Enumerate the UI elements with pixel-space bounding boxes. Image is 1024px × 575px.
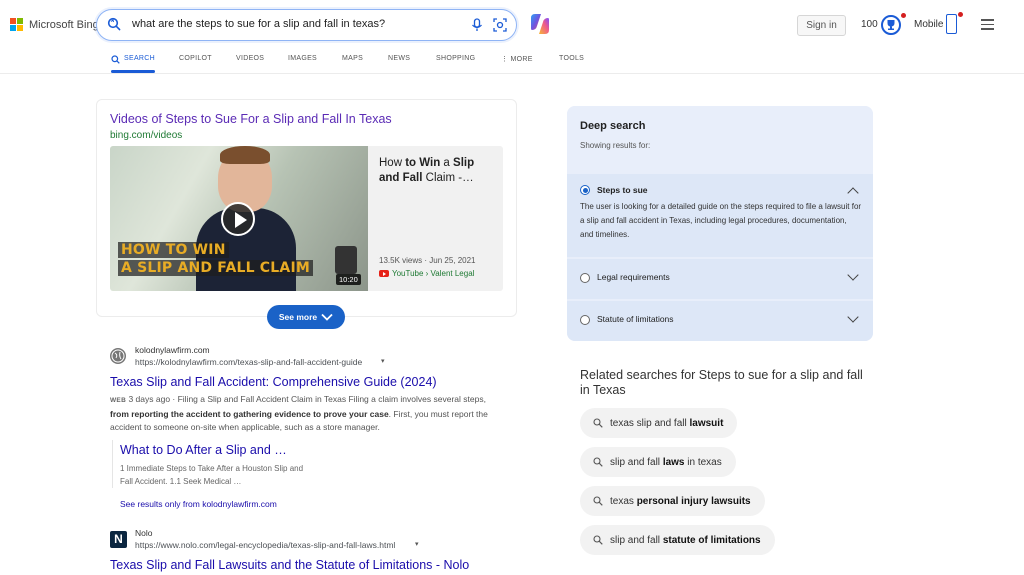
deep-search-panel: Deep search Showing results for: Steps t… <box>567 106 873 341</box>
related-search-chip[interactable]: slip and fall laws in texas <box>580 447 736 477</box>
menu-icon[interactable] <box>981 19 994 33</box>
tab-copilot[interactable]: COPILOT <box>179 55 212 62</box>
deep-option-steps-to-sue[interactable]: Steps to sue The user is looking for a d… <box>567 174 873 257</box>
related-search-text: texas slip and fall lawsuit <box>610 417 724 429</box>
tab-more[interactable]: ⋮ MORE <box>501 55 533 63</box>
result-1-url[interactable]: https://kolodnylawfirm.com/texas-slip-an… <box>135 357 362 367</box>
search-input[interactable]: what are the steps to sue for a slip and… <box>132 18 385 30</box>
video-thumbnail[interactable]: HOW TO WIN A SLIP AND FALL CLAIM 10:20 <box>110 146 368 291</box>
tab-shopping[interactable]: SHOPPING <box>436 55 475 62</box>
search-tab-icon <box>111 55 120 64</box>
search-icon <box>593 496 603 506</box>
chevron-down-icon <box>321 313 333 321</box>
brand-name: Microsoft Bing <box>29 18 99 31</box>
search-box[interactable]: what are the steps to sue for a slip and… <box>96 9 517 41</box>
mobile-notification-dot <box>958 12 963 17</box>
sublink-divider <box>112 440 113 488</box>
result-1-url-menu-icon[interactable]: ▾ <box>381 357 385 365</box>
result-1-site-name[interactable]: kolodnylawfirm.com <box>135 345 210 355</box>
result-1-snippet: WEB 3 days ago · Filing a Slip and Fall … <box>110 394 488 432</box>
chevron-down-icon[interactable] <box>847 269 859 281</box>
thumbnail-caption-line2: A SLIP AND FALL CLAIM <box>118 260 313 276</box>
radio-selected-icon[interactable] <box>580 185 590 195</box>
microphone-icon[interactable] <box>471 18 483 32</box>
chevron-up-icon[interactable] <box>847 187 859 199</box>
globe-icon <box>110 348 126 364</box>
video-info-panel[interactable]: How to Win a Slip and Fall Claim -… 13.5… <box>368 146 503 291</box>
rewards-notification-dot <box>901 13 906 18</box>
result-1-sublink-title[interactable]: What to Do After a Slip and … <box>120 443 287 457</box>
search-icon <box>593 418 603 428</box>
deep-option-statute-of-limitations[interactable]: Statute of limitations <box>567 301 873 341</box>
mobile-label[interactable]: Mobile <box>914 19 943 30</box>
thumbnail-caption-line1: HOW TO WIN <box>118 242 229 258</box>
search-icon <box>593 535 603 545</box>
header: Microsoft Bing what are the steps to sue… <box>0 0 1024 74</box>
tab-news[interactable]: NEWS <box>388 55 410 62</box>
related-search-chip[interactable]: texas slip and fall lawsuit <box>580 408 738 438</box>
rewards-trophy-icon[interactable] <box>881 15 901 35</box>
radio-icon[interactable] <box>580 315 590 325</box>
copilot-icon[interactable] <box>528 12 552 36</box>
deep-search-title: Deep search <box>580 120 646 132</box>
video-section-source: bing.com/videos <box>110 130 183 141</box>
video-section-title[interactable]: Videos of Steps to Sue For a Slip and Fa… <box>110 112 392 126</box>
video-channel: YouTube › Valent Legal <box>379 269 474 278</box>
result-2-site-name[interactable]: Nolo <box>135 528 152 538</box>
deep-search-header: Deep search Showing results for: <box>567 106 873 172</box>
chevron-down-icon[interactable] <box>847 311 859 323</box>
deep-option-legal-requirements[interactable]: Legal requirements <box>567 259 873 299</box>
visual-search-icon[interactable] <box>493 18 507 32</box>
search-tabs: SEARCH COPILOT VIDEOS IMAGES MAPS NEWS S… <box>0 52 1024 74</box>
deep-option-label: Legal requirements <box>597 272 670 282</box>
tab-search[interactable]: SEARCH <box>124 55 155 62</box>
related-search-chip[interactable]: texas personal injury lawsuits <box>580 486 765 516</box>
microsoft-logo-icon <box>10 18 23 31</box>
deep-option-label: Statute of limitations <box>597 314 674 324</box>
mobile-phone-icon[interactable] <box>946 14 957 34</box>
see-more-label: See more <box>278 312 318 322</box>
deep-option-description: The user is looking for a detailed guide… <box>580 202 862 239</box>
search-icon <box>593 457 603 467</box>
video-channel-text: YouTube › Valent Legal <box>392 269 475 278</box>
tab-videos[interactable]: VIDEOS <box>236 55 264 62</box>
radio-icon[interactable] <box>580 273 590 283</box>
result-2-url-menu-icon[interactable]: ▾ <box>415 540 419 548</box>
related-search-text: texas personal injury lawsuits <box>610 495 751 507</box>
play-icon[interactable] <box>221 202 255 236</box>
related-search-text: slip and fall laws in texas <box>610 456 722 468</box>
result-2-url[interactable]: https://www.nolo.com/legal-encyclopedia/… <box>135 540 395 550</box>
see-site-results-link[interactable]: See results only from kolodnylawfirm.com <box>120 499 277 509</box>
copilot-search-icon <box>107 17 121 31</box>
rewards-points[interactable]: 100 <box>861 19 878 30</box>
result-1-sublink-text: 1 Immediate Steps to Take After a Housto… <box>120 464 304 486</box>
video-card-title[interactable]: How to Win a Slip and Fall Claim -… <box>379 156 497 186</box>
tab-tools[interactable]: TOOLS <box>559 55 584 62</box>
see-more-button[interactable]: See more <box>267 305 345 329</box>
active-tab-indicator <box>111 70 155 73</box>
video-meta: 13.5K views · Jun 25, 2021 <box>379 256 476 265</box>
deep-search-subtitle: Showing results for: <box>580 141 651 150</box>
result-1-title[interactable]: Texas Slip and Fall Accident: Comprehens… <box>110 375 437 389</box>
related-searches-title: Related searches for Steps to sue for a … <box>580 368 863 397</box>
sign-in-button[interactable]: Sign in <box>797 15 846 36</box>
result-2-title[interactable]: Texas Slip and Fall Lawsuits and the Sta… <box>110 558 469 572</box>
deep-option-label: Steps to sue <box>597 185 648 195</box>
related-search-text: slip and fall statute of limitations <box>610 534 761 546</box>
related-search-chip[interactable]: slip and fall statute of limitations <box>580 525 775 555</box>
tab-images[interactable]: IMAGES <box>288 55 317 62</box>
bing-logo[interactable]: Microsoft Bing <box>10 18 99 31</box>
nolo-icon: N <box>110 531 127 548</box>
video-duration: 10:20 <box>336 274 361 285</box>
youtube-icon <box>379 270 389 277</box>
tab-maps[interactable]: MAPS <box>342 55 363 62</box>
thumbnail-phone <box>335 246 357 274</box>
